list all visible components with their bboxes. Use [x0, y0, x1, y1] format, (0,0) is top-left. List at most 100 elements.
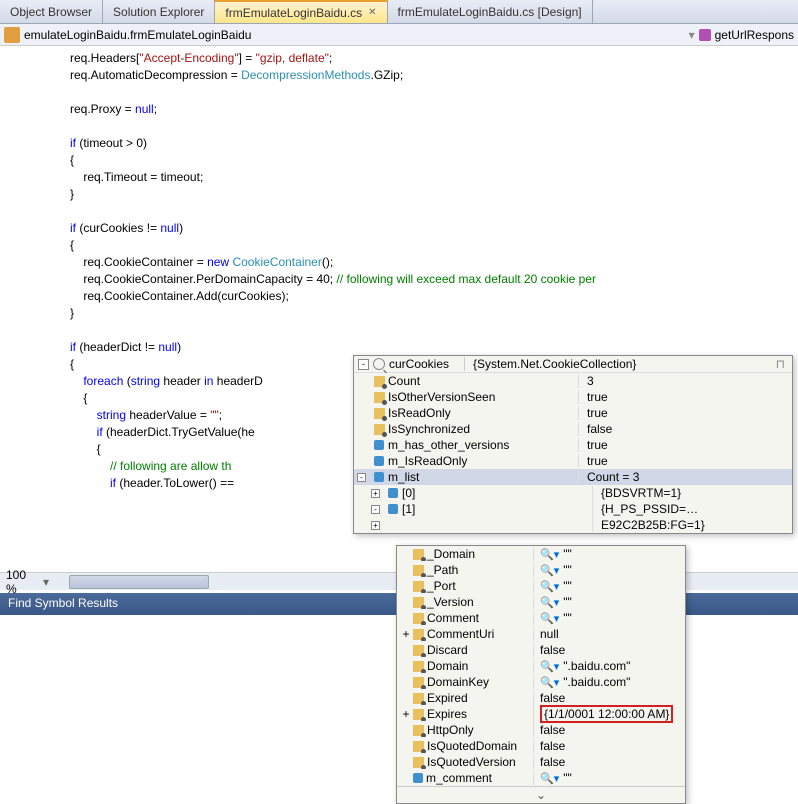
property-icon [413, 709, 424, 720]
property-icon [374, 408, 385, 419]
expand-icon[interactable]: + [371, 489, 380, 498]
prop-name: IsReadOnly [388, 406, 578, 420]
prop-value: null [533, 627, 683, 641]
tab-frm-design[interactable]: frmEmulateLoginBaidu.cs [Design] [388, 0, 593, 23]
debug-row[interactable]: IsSynchronizedfalse [354, 421, 792, 437]
prop-name: [0] [402, 486, 592, 500]
magnifier-icon[interactable]: 🔍▾ [540, 580, 559, 593]
debug-row[interactable]: Domain 🔍▾".baidu.com" [397, 658, 685, 674]
prop-value: false [533, 723, 683, 737]
debug-row[interactable]: _Port🔍▾"" [397, 578, 685, 594]
pin-icon[interactable]: ⊓ [776, 357, 785, 371]
expand-icon[interactable]: - [371, 505, 380, 514]
debug-row[interactable]: Comment🔍▾"" [397, 610, 685, 626]
debug-tooltip-cookie-item: _Domain🔍▾""_Path🔍▾""_Port🔍▾""_Version🔍▾"… [396, 545, 686, 804]
field-icon [413, 773, 423, 783]
prop-value: true [578, 438, 790, 452]
prop-value: false [533, 691, 683, 705]
prop-value: false [578, 422, 790, 436]
debug-row[interactable]: + CommentUri null [397, 626, 685, 642]
scrollbar-thumb[interactable] [69, 575, 209, 589]
debug-row[interactable]: -m_listCount = 3 [354, 469, 792, 485]
prop-name: Count [388, 374, 578, 388]
magnifier-icon[interactable]: 🔍▾ [540, 564, 559, 577]
magnifier-icon[interactable]: 🔍▾ [540, 548, 559, 561]
prop-value: 🔍▾"" [533, 547, 683, 561]
debug-row[interactable]: _Version 🔍▾"" [397, 594, 685, 610]
property-icon [413, 677, 424, 688]
expand-icon[interactable]: + [402, 707, 409, 721]
prop-value: E92C2B25B:FG=1} [592, 518, 790, 532]
debug-row[interactable]: IsOtherVersionSeentrue [354, 389, 792, 405]
field-icon [374, 472, 384, 482]
prop-value: 🔍▾"" [533, 595, 683, 609]
debug-row[interactable]: Discardfalse [397, 642, 685, 658]
debug-row[interactable]: IsReadOnlytrue [354, 405, 792, 421]
more-icon[interactable]: ⌄ [397, 786, 685, 803]
prop-name: DomainKey [427, 675, 489, 689]
property-icon [413, 645, 424, 656]
prop-value: false [533, 739, 683, 753]
debug-row[interactable]: _Path🔍▾"" [397, 562, 685, 578]
property-icon [413, 741, 424, 752]
debug-tooltip-curcookies: - curCookies {System.Net.CookieCollectio… [353, 355, 793, 534]
nav-bar: emulateLoginBaidu.frmEmulateLoginBaidu ▾… [0, 24, 798, 46]
prop-value: 🔍▾".baidu.com" [533, 675, 683, 689]
prop-value: true [578, 454, 790, 468]
prop-name: Domain [427, 659, 468, 673]
debug-row[interactable]: HttpOnly false [397, 722, 685, 738]
expand-icon[interactable]: - [357, 473, 366, 482]
debug-row[interactable]: IsQuotedVersionfalse [397, 754, 685, 770]
magnifier-icon[interactable]: 🔍▾ [540, 676, 559, 689]
prop-value: {H_PS_PSSID=3280_1458_2784_2980_3311_322… [592, 500, 790, 518]
debug-row[interactable]: m_IsReadOnlytrue [354, 453, 792, 469]
property-icon [413, 565, 424, 576]
prop-name: IsQuotedDomain [427, 739, 517, 753]
debug-row[interactable]: Expiredfalse [397, 690, 685, 706]
debug-row[interactable]: Count3 [354, 373, 792, 389]
magnifier-icon[interactable]: 🔍▾ [540, 660, 559, 673]
property-icon [374, 424, 385, 435]
property-icon [413, 693, 424, 704]
breadcrumb[interactable]: emulateLoginBaidu.frmEmulateLoginBaidu [24, 28, 251, 42]
property-icon [413, 725, 424, 736]
debug-row[interactable]: DomainKey 🔍▾".baidu.com" [397, 674, 685, 690]
tab-frm-cs[interactable]: frmEmulateLoginBaidu.cs✕ [215, 0, 387, 23]
debug-row[interactable]: +[0]{BDSVRTM=1} [354, 485, 792, 501]
debug-row[interactable]: + E92C2B25B:FG=1} [354, 517, 792, 533]
close-icon[interactable]: ✕ [368, 7, 376, 18]
zoom-control[interactable]: 100 %▾ [0, 572, 55, 590]
prop-name: IsOtherVersionSeen [388, 390, 578, 404]
field-icon [388, 488, 398, 498]
prop-name: _Domain [427, 547, 475, 561]
debug-row[interactable]: +Expires{1/1/0001 12:00:00 AM} [397, 706, 685, 722]
prop-name: HttpOnly [427, 723, 474, 737]
expand-icon[interactable]: + [402, 627, 409, 641]
prop-name: m_IsReadOnly [388, 454, 578, 468]
prop-name: CommentUri [427, 627, 494, 641]
debug-row[interactable]: IsQuotedDomain false [397, 738, 685, 754]
debug-row[interactable]: _Domain 🔍▾"" [397, 546, 685, 562]
prop-value: Count = 3 [578, 470, 790, 484]
prop-name: _Version [427, 595, 474, 609]
debug-row[interactable]: -[1]{H_PS_PSSID=3280_1458_2784_2980_3311… [354, 501, 792, 517]
magnifier-icon[interactable]: 🔍▾ [540, 596, 559, 609]
property-icon [413, 613, 424, 624]
tab-object-browser[interactable]: Object Browser [0, 0, 103, 23]
debug-row[interactable]: m_has_other_versionstrue [354, 437, 792, 453]
property-icon [413, 661, 424, 672]
prop-name: IsQuotedVersion [427, 755, 516, 769]
field-icon [374, 456, 384, 466]
property-icon [413, 581, 424, 592]
collapse-icon[interactable]: - [358, 359, 369, 370]
magnifier-icon[interactable]: 🔍▾ [540, 772, 559, 785]
expand-icon[interactable]: + [371, 521, 380, 530]
prop-value: 🔍▾".baidu.com" [533, 659, 683, 673]
method-name[interactable]: getUrlRespons [715, 28, 794, 42]
magnifier-icon[interactable]: 🔍▾ [540, 612, 559, 625]
debug-row[interactable]: m_comment🔍▾"" [397, 770, 685, 786]
tooltip-type: {System.Net.CookieCollection} [464, 357, 636, 371]
tab-solution-explorer[interactable]: Solution Explorer [103, 0, 215, 23]
field-icon [388, 504, 398, 514]
prop-name: m_has_other_versions [388, 438, 578, 452]
